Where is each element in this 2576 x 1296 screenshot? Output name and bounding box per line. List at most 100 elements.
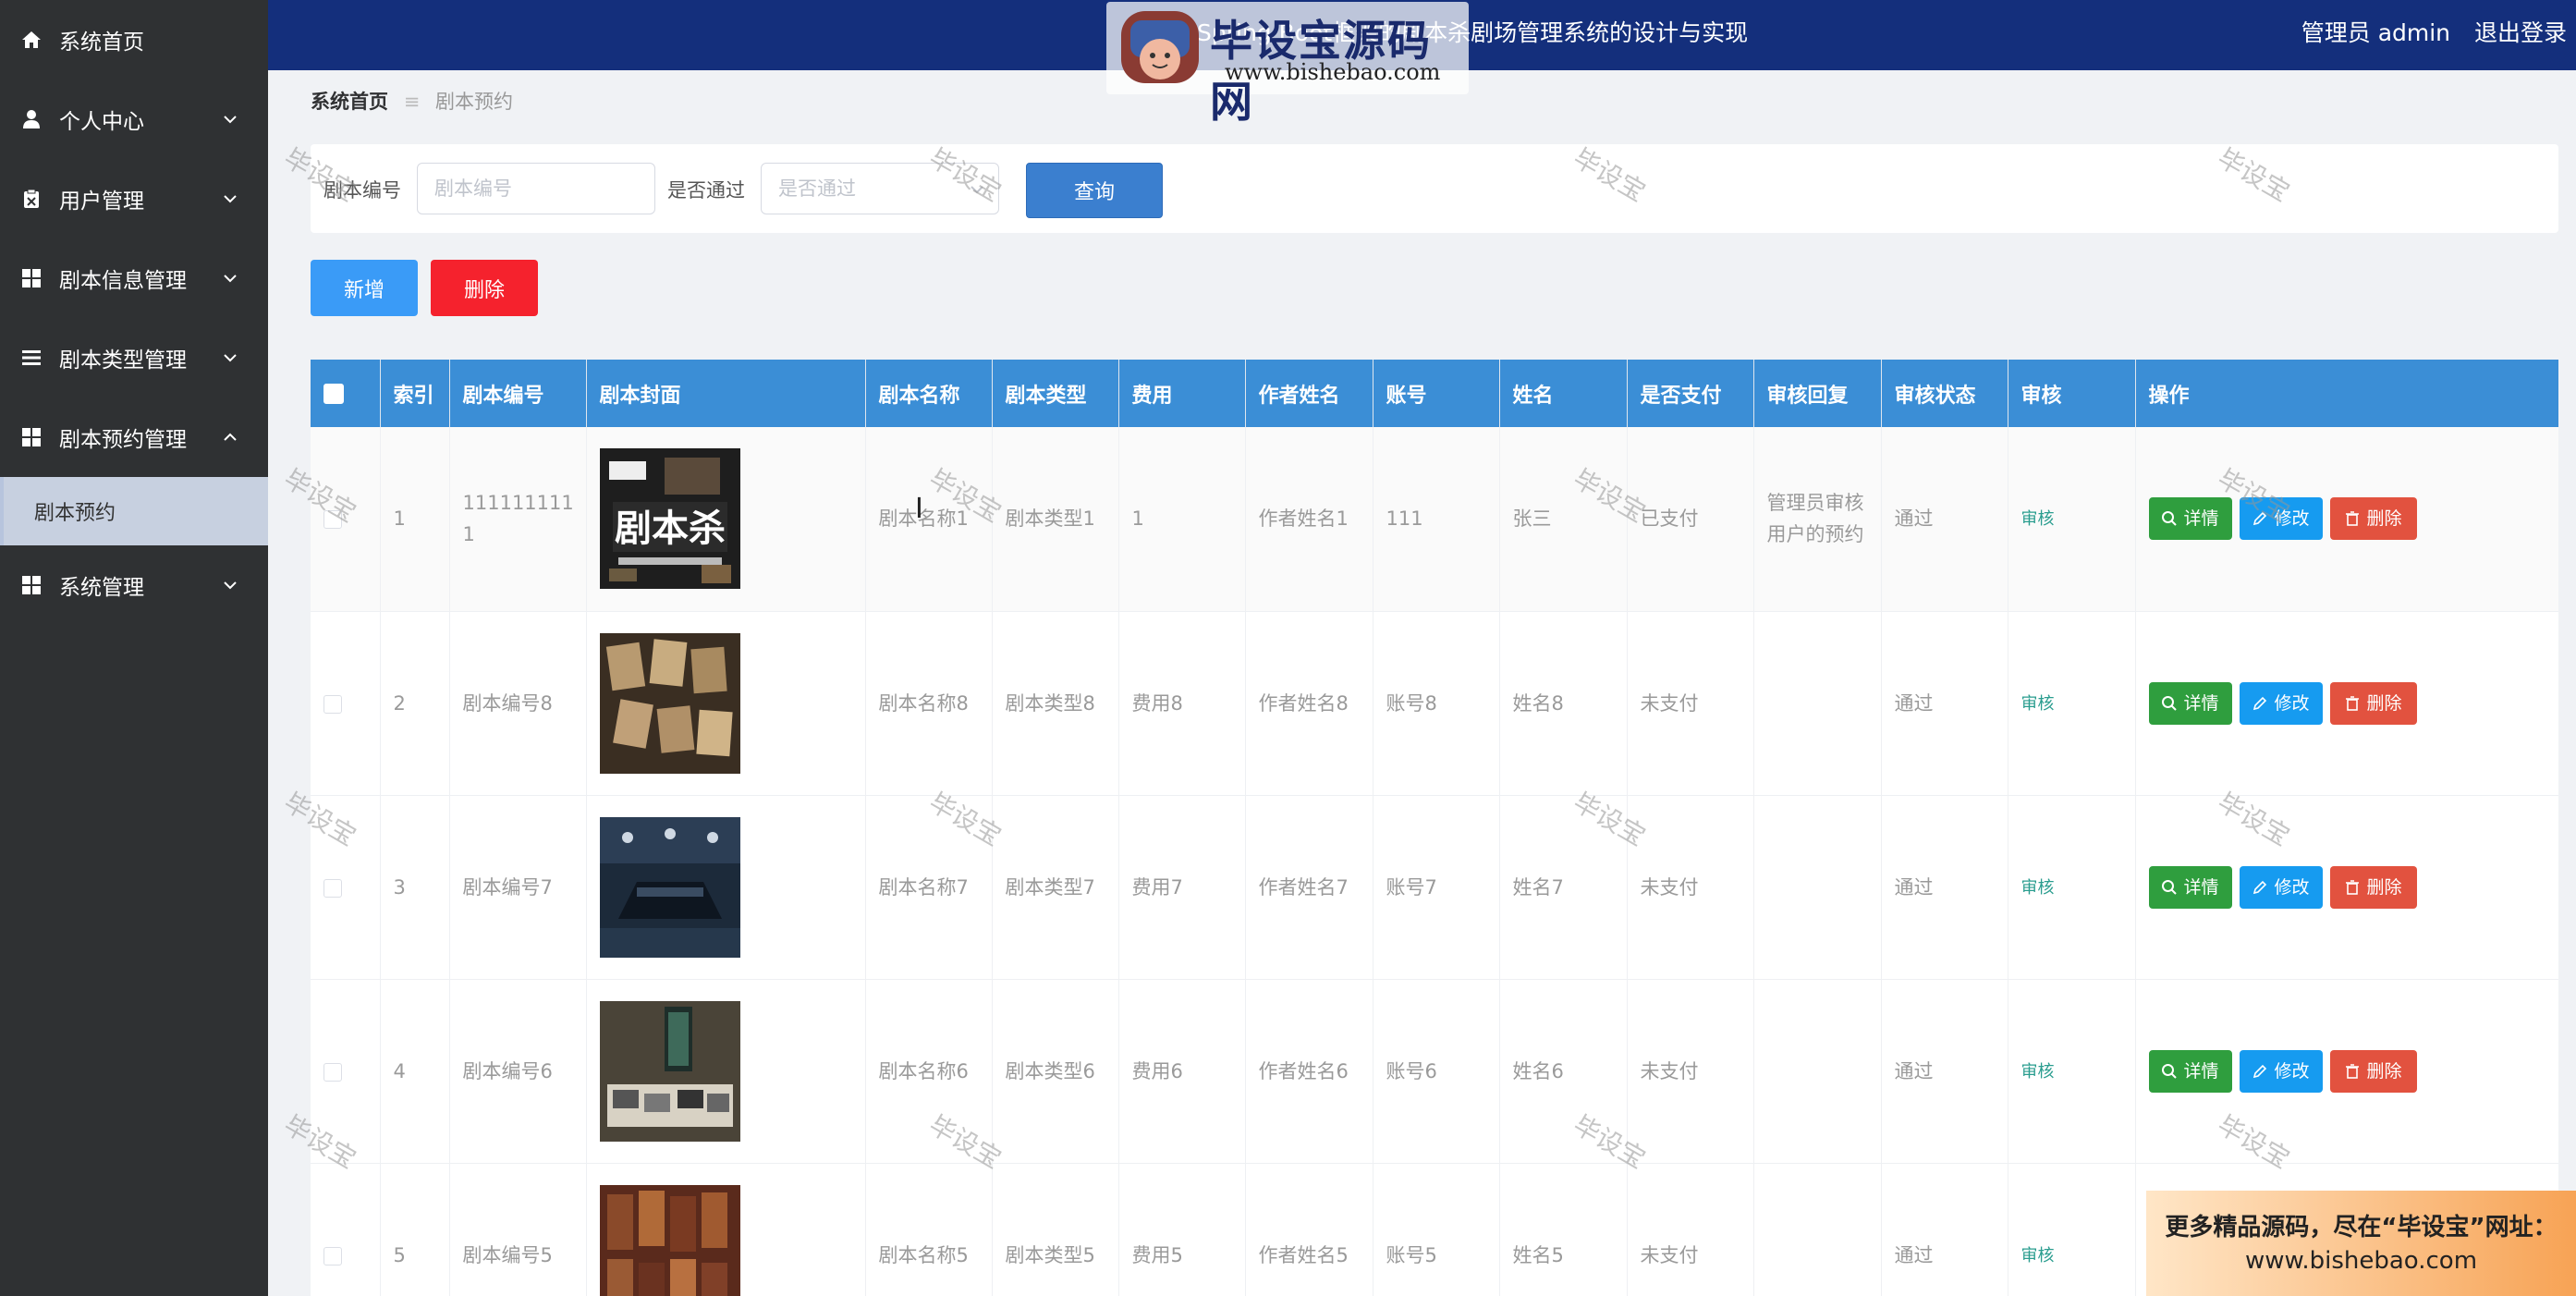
- audit-link[interactable]: 审核: [2021, 1246, 2055, 1265]
- script-cover-image: [599, 632, 740, 774]
- row-checkbox[interactable]: [324, 510, 342, 530]
- detail-button[interactable]: 详情: [2148, 497, 2232, 541]
- cell-code: 剧本编号6: [449, 979, 587, 1164]
- audit-link[interactable]: 审核: [2021, 694, 2055, 714]
- detail-button-label: 详情: [2183, 876, 2219, 898]
- cell-person: 姓名8: [1499, 611, 1628, 796]
- cell-reply: 管理员审核用户的预约: [1753, 427, 1882, 612]
- cell-author: 作者姓名6: [1245, 979, 1373, 1164]
- cell-code: 剧本编号7: [449, 795, 587, 980]
- query-button[interactable]: 查询: [1026, 163, 1163, 218]
- sidebar-subitem-reservation[interactable]: 剧本预约: [0, 477, 268, 545]
- chevron-down-icon: [224, 354, 237, 362]
- sidebar-item-home[interactable]: 系统首页: [0, 0, 268, 79]
- detail-button-label: 详情: [2183, 692, 2219, 714]
- batch-delete-button[interactable]: 删除: [431, 260, 538, 316]
- cell-paid: 已支付: [1627, 427, 1754, 612]
- cell-cover: [586, 979, 866, 1164]
- add-button[interactable]: 新增: [311, 260, 418, 316]
- detail-button[interactable]: 详情: [2148, 865, 2232, 909]
- sidebar-item-users[interactable]: 用户管理: [0, 159, 268, 238]
- audit-link[interactable]: 审核: [2021, 878, 2055, 898]
- sidebar-item-label: 系统首页: [59, 31, 144, 55]
- breadcrumb-home[interactable]: 系统首页: [311, 91, 388, 113]
- edit-button[interactable]: 修改: [2239, 1049, 2323, 1093]
- delete-button[interactable]: 删除: [2329, 865, 2417, 909]
- select-all-cell: [311, 360, 381, 427]
- cell-operations: 详情 修改 删除: [2135, 611, 2558, 796]
- delete-button-label: 删除: [2366, 508, 2402, 530]
- cell-type: 剧本类型8: [992, 611, 1119, 796]
- cell-name: 剧本名称6: [865, 979, 993, 1164]
- reservation-table: 索引 剧本编号 剧本封面 剧本名称 剧本类型 费用 作者姓名 账号 姓名 是否支…: [311, 360, 2558, 1296]
- column-header: 是否支付: [1627, 360, 1754, 427]
- row-checkbox-cell: [311, 1163, 381, 1296]
- search-icon: [2162, 1063, 2178, 1079]
- cell-code: 剧本编号5: [449, 1163, 587, 1296]
- edit-button-label: 修改: [2274, 692, 2310, 714]
- cell-index: 5: [380, 1163, 450, 1296]
- delete-button-label: 删除: [2366, 692, 2402, 714]
- promo-line1: 更多精品源码，尽在“毕设宝”网址：: [2165, 1214, 2558, 1241]
- audit-link[interactable]: 审核: [2021, 509, 2055, 529]
- cell-reply: [1753, 611, 1882, 796]
- sidebar-item-reservation[interactable]: 剧本预约管理: [0, 397, 268, 477]
- sidebar-item-system[interactable]: 系统管理: [0, 545, 268, 625]
- delete-button[interactable]: 删除: [2329, 681, 2417, 725]
- promo-banner[interactable]: 更多精品源码，尽在“毕设宝”网址： www.bishebao.com: [2146, 1191, 2576, 1296]
- user-icon: [20, 108, 43, 130]
- row-checkbox[interactable]: [324, 878, 342, 898]
- column-header: 剧本类型: [992, 360, 1119, 427]
- chevron-down-icon: [971, 186, 983, 194]
- list-icon: [20, 347, 43, 369]
- audit-link[interactable]: 审核: [2021, 1062, 2055, 1082]
- trash-icon: [2346, 511, 2360, 527]
- sidebar-item-script-type[interactable]: 剧本类型管理: [0, 318, 268, 397]
- grid-icon: [20, 426, 43, 448]
- cell-operations: 详情 修改 删除: [2135, 979, 2558, 1164]
- row-checkbox[interactable]: [324, 694, 342, 714]
- cell-status: 通过: [1881, 611, 2008, 796]
- row-checkbox-cell: [311, 979, 381, 1164]
- sidebar-item-script-info[interactable]: 剧本信息管理: [0, 238, 268, 318]
- script-code-input[interactable]: [417, 163, 655, 214]
- clipboard-icon: [20, 188, 43, 210]
- site-logo-watermark: 毕设宝源码网 www.bishebao.com: [1106, 2, 1469, 127]
- detail-button[interactable]: 详情: [2148, 1049, 2232, 1093]
- edit-button[interactable]: 修改: [2239, 497, 2323, 541]
- select-all-checkbox[interactable]: [324, 384, 344, 404]
- table-row: 3 剧本编号7 剧本名称7 剧本类型7 费用7 作者姓名7 账号7 姓名7 未支…: [311, 795, 2558, 980]
- cell-index: 2: [380, 611, 450, 796]
- edit-button[interactable]: 修改: [2239, 865, 2323, 909]
- cell-account: 账号8: [1373, 611, 1500, 796]
- sidebar-item-label: 系统管理: [59, 576, 144, 600]
- logout-link[interactable]: 退出登录: [2474, 19, 2567, 46]
- cell-paid: 未支付: [1627, 611, 1754, 796]
- row-checkbox-cell: [311, 795, 381, 980]
- approved-select[interactable]: [761, 163, 999, 214]
- delete-button[interactable]: 删除: [2329, 1049, 2417, 1093]
- edit-button[interactable]: 修改: [2239, 681, 2323, 725]
- cell-paid: 未支付: [1627, 979, 1754, 1164]
- cell-account: 账号7: [1373, 795, 1500, 980]
- row-checkbox[interactable]: [324, 1062, 342, 1082]
- cell-index: 3: [380, 795, 450, 980]
- cell-cover: 剧本杀: [586, 427, 866, 612]
- edit-icon: [2253, 512, 2267, 526]
- row-checkbox[interactable]: [324, 1246, 342, 1265]
- detail-button[interactable]: 详情: [2148, 681, 2232, 725]
- detail-button-label: 详情: [2183, 1060, 2219, 1082]
- sidebar-item-profile[interactable]: 个人中心: [0, 79, 268, 159]
- grid-icon: [20, 267, 43, 289]
- chevron-down-icon: [224, 275, 237, 283]
- delete-button[interactable]: 删除: [2329, 497, 2417, 541]
- column-header: 审核: [2008, 360, 2136, 427]
- logo-url: www.bishebao.com: [1225, 59, 1441, 85]
- text-cursor-icon: I: [915, 493, 923, 525]
- table-row: 1 1111111111 剧本杀 剧本名称1 剧本类型1 1 作者姓名1 111…: [311, 427, 2558, 612]
- cell-person: 姓名5: [1499, 1163, 1628, 1296]
- column-header: 剧本编号: [449, 360, 587, 427]
- chevron-down-icon: [224, 195, 237, 203]
- sidebar-item-label: 个人中心: [59, 110, 144, 134]
- promo-line2: www.bishebao.com: [2244, 1247, 2478, 1275]
